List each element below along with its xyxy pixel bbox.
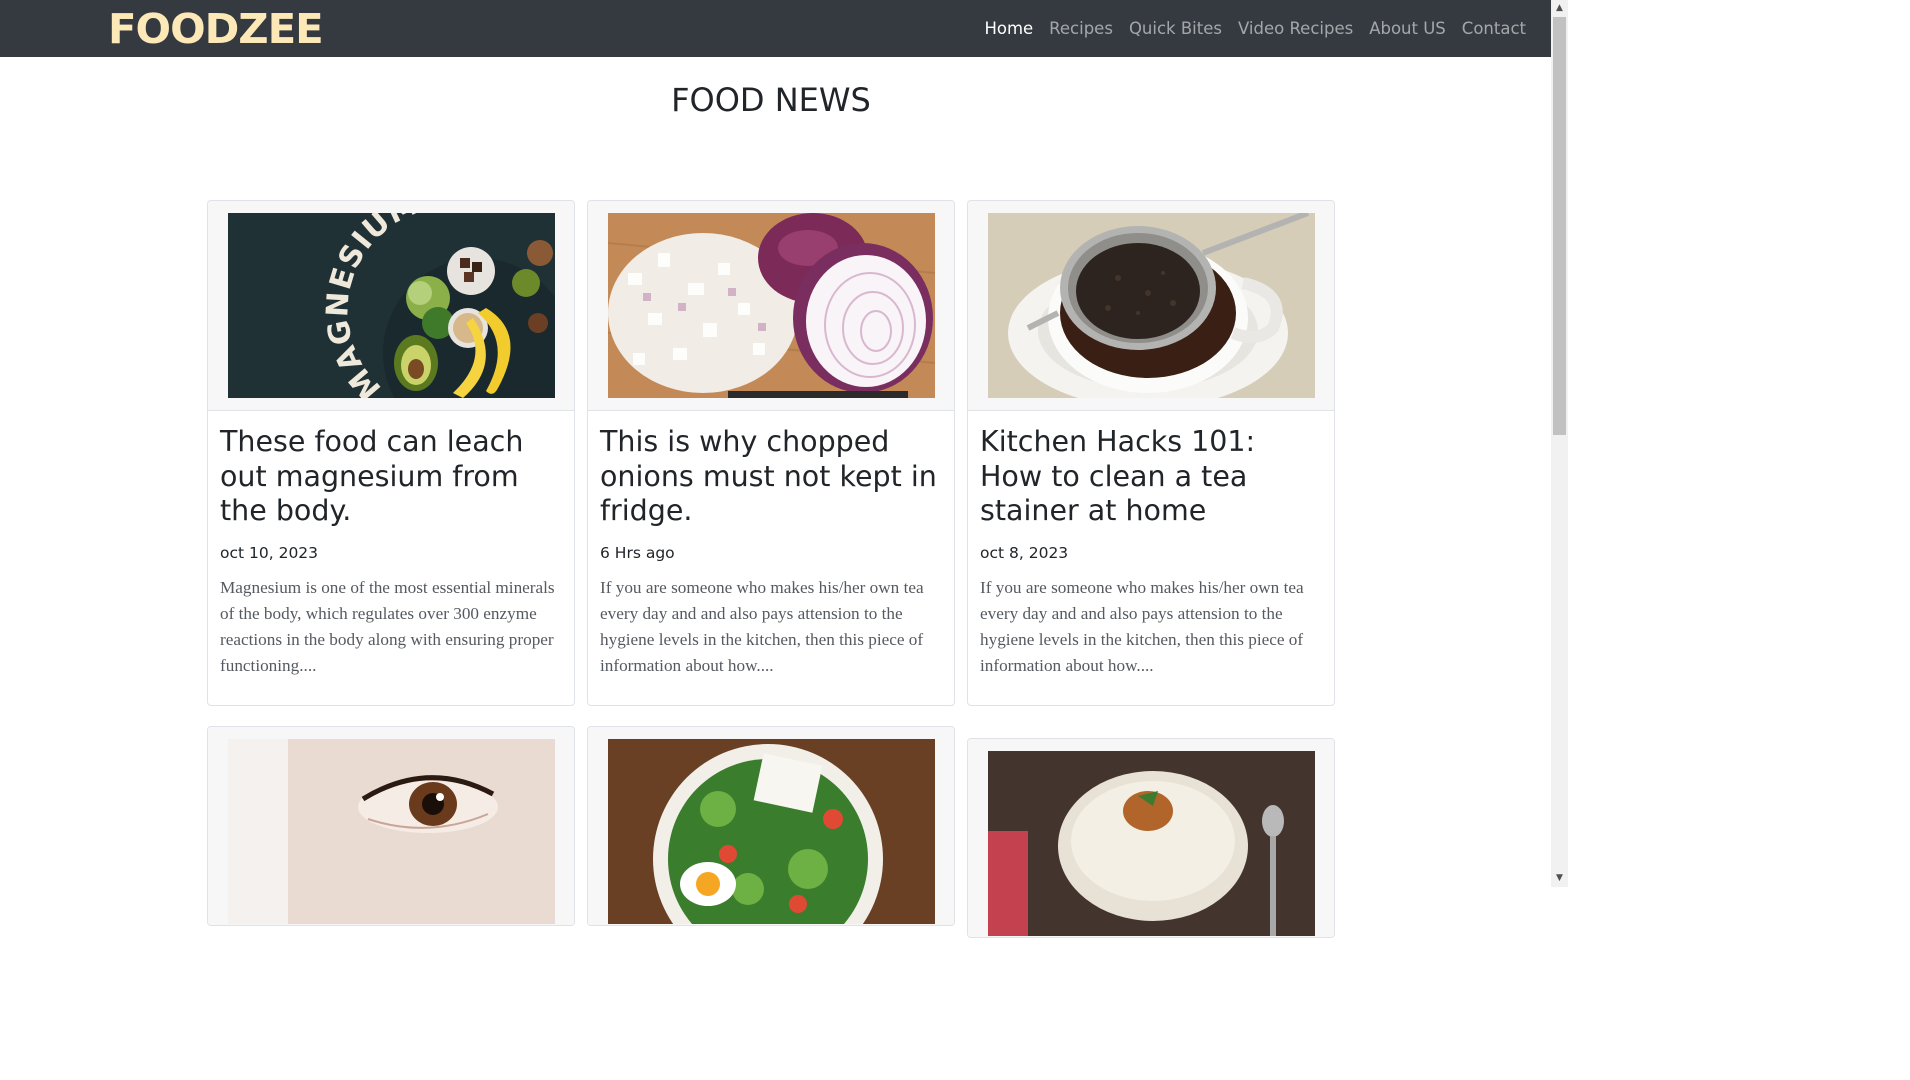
news-card[interactable]: Kitchen Hacks 101: How to clean a tea st… xyxy=(967,200,1335,706)
nav-link-quick-bites[interactable]: Quick Bites xyxy=(1129,19,1222,38)
card-image-frame xyxy=(588,201,954,411)
card-image-frame xyxy=(968,201,1334,411)
news-card[interactable] xyxy=(967,738,1335,938)
tea-strainer-image[interactable] xyxy=(988,213,1315,398)
card-image-frame xyxy=(588,727,954,925)
card-date: oct 8, 2023 xyxy=(980,543,1069,562)
nav-link-video-recipes[interactable]: Video Recipes xyxy=(1238,19,1353,38)
news-card[interactable] xyxy=(587,726,955,926)
card-image-frame xyxy=(208,727,574,925)
card-body: This is why chopped onions must not kept… xyxy=(588,411,954,700)
card-title[interactable]: These food can leach out magnesium from … xyxy=(220,425,562,529)
rice-curry-image[interactable] xyxy=(988,751,1315,936)
page-title: FOOD NEWS xyxy=(671,81,871,119)
nav-link-recipes[interactable]: Recipes xyxy=(1049,19,1113,38)
card-image-frame: MAGNESIUM xyxy=(208,201,574,411)
card-date: 6 Hrs ago xyxy=(600,543,675,562)
eye-closeup-image[interactable] xyxy=(228,739,555,924)
card-text: If you are someone who makes his/her own… xyxy=(600,577,924,676)
news-card[interactable]: This is why chopped onions must not kept… xyxy=(587,200,955,706)
card-date: oct 10, 2023 xyxy=(220,543,319,562)
nav-link-contact[interactable]: Contact xyxy=(1462,19,1526,38)
scrollbar-thumb[interactable] xyxy=(1553,17,1566,435)
page-scrollbar[interactable]: ▲ ▼ xyxy=(1551,0,1568,887)
chopped-onion-image[interactable] xyxy=(608,213,935,398)
card-body: These food can leach out magnesium from … xyxy=(208,411,574,700)
navbar: FOODZEE Home Recipes Quick Bites Video R… xyxy=(0,0,1551,57)
card-image-frame xyxy=(968,739,1334,937)
scroll-down-arrow-icon[interactable]: ▼ xyxy=(1551,870,1568,887)
salad-bowl-image[interactable] xyxy=(608,739,935,924)
card-text: If you are someone who makes his/her own… xyxy=(980,577,1304,676)
magnesium-foods-image[interactable]: MAGNESIUM xyxy=(228,213,555,398)
news-card[interactable]: MAGNESIUM These food can leach out magne… xyxy=(207,200,575,706)
scroll-up-arrow-icon[interactable]: ▲ xyxy=(1551,0,1568,17)
nav-link-home[interactable]: Home xyxy=(984,19,1033,38)
card-text: Magnesium is one of the most essential m… xyxy=(220,577,555,676)
card-body: Kitchen Hacks 101: How to clean a tea st… xyxy=(968,411,1334,700)
card-title[interactable]: This is why chopped onions must not kept… xyxy=(600,425,942,529)
card-title[interactable]: Kitchen Hacks 101: How to clean a tea st… xyxy=(980,425,1322,529)
nav-links: Home Recipes Quick Bites Video Recipes A… xyxy=(968,0,1526,57)
brand-logo[interactable]: FOODZEE xyxy=(108,4,324,54)
news-card[interactable] xyxy=(207,726,575,926)
nav-link-about-us[interactable]: About US xyxy=(1369,19,1446,38)
